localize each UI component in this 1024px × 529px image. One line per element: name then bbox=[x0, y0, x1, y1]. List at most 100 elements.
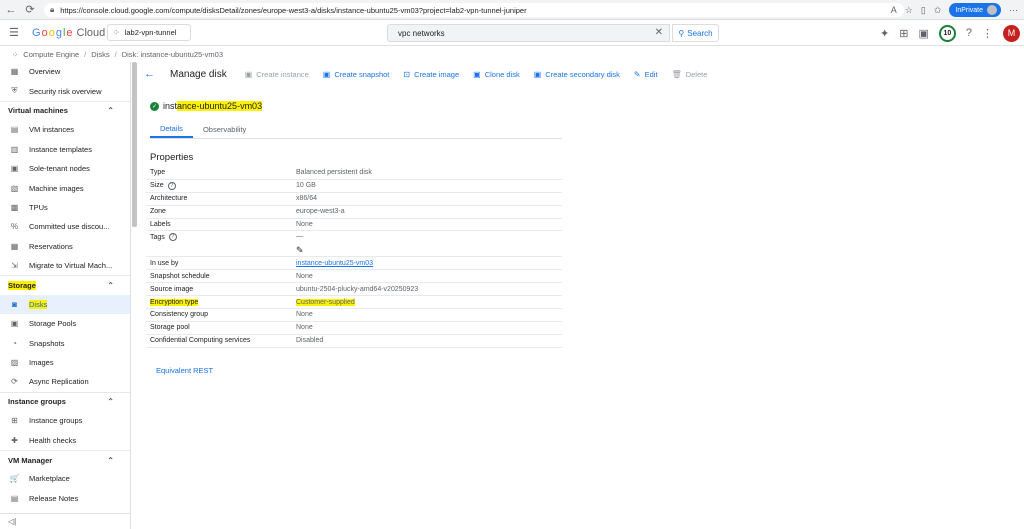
sidebar-section-storage[interactable]: Storage ⌃ bbox=[0, 275, 130, 294]
gift-icon[interactable]: ⊞ bbox=[899, 27, 908, 40]
menu-icon[interactable]: ☰ bbox=[9, 26, 23, 39]
property-key: Encryption type bbox=[146, 298, 296, 306]
sidebar-item-snapshots[interactable]: ◔ Snapshots bbox=[0, 333, 130, 352]
sidebar-scrollbar[interactable] bbox=[132, 62, 137, 227]
close-icon[interactable]: ✕ bbox=[655, 27, 663, 38]
sidebar-item-storage-pools[interactable]: ▣ Storage Pools bbox=[0, 314, 130, 333]
create-secondary-disk-button[interactable]: ▣ Create secondary disk bbox=[534, 70, 620, 79]
project-selector[interactable]: ⁘ lab2-vpn-tunnel bbox=[107, 24, 191, 41]
create-snapshot-icon: ▣ bbox=[322, 69, 331, 79]
help-icon[interactable]: ? bbox=[168, 233, 177, 242]
read-aloud-icon[interactable]: A bbox=[891, 5, 897, 15]
migrate-to-virtual-mach-icon: ⇲ bbox=[11, 261, 18, 271]
sidebar-section-title: VM Manager bbox=[8, 455, 53, 465]
chevron-up-icon[interactable]: ⌃ bbox=[107, 397, 114, 406]
search-input[interactable]: vpc networks ✕ bbox=[387, 24, 670, 42]
sidebar-item-overview[interactable]: ▦ Overview bbox=[0, 62, 130, 81]
inprivate-badge[interactable]: InPrivate bbox=[949, 3, 1001, 17]
chevron-up-icon[interactable]: ⌃ bbox=[107, 456, 114, 465]
vm-instances-icon: ▤ bbox=[10, 125, 19, 135]
avatar[interactable]: M bbox=[1003, 24, 1020, 42]
tab-observability[interactable]: Observability bbox=[193, 120, 256, 138]
sidebar-item-reservations[interactable]: ▦ Reservations bbox=[0, 237, 130, 256]
sidebar-item-async-replication[interactable]: ⟳ Async Replication bbox=[0, 372, 130, 391]
sidebar-item-sole-tenant-nodes[interactable]: ▣ Sole-tenant nodes bbox=[0, 159, 130, 178]
sidebar-section-vm-manager[interactable]: VM Manager ⌃ bbox=[0, 449, 130, 469]
property-value-text: 10 GB bbox=[296, 182, 316, 190]
property-value-text: Disabled bbox=[296, 337, 324, 345]
property-key-text: Snapshot schedule bbox=[150, 272, 210, 280]
chevron-up-icon[interactable]: ⌃ bbox=[107, 281, 114, 290]
sidebar-item-committed-use-discou[interactable]: % Committed use discou... bbox=[0, 217, 130, 236]
delete-button: 🗑 Delete bbox=[672, 70, 708, 79]
sidebar-item-machine-images[interactable]: ▧ Machine images bbox=[0, 178, 130, 197]
sidebar-item-marketplace[interactable]: 🛒 Marketplace bbox=[0, 469, 130, 488]
back-arrow-icon[interactable]: ← bbox=[144, 68, 164, 80]
resource-name-prefix: inst bbox=[163, 101, 178, 111]
breadcrumb-disks[interactable]: Disks bbox=[91, 50, 109, 59]
address-bar[interactable]: 🔒︎ https://console.cloud.google.com/comp… bbox=[44, 3, 904, 17]
sidebar-section-instance-groups[interactable]: Instance groups ⌃ bbox=[0, 391, 130, 411]
search-button[interactable]: ⚲ Search bbox=[672, 24, 719, 42]
sidebar-section-virtual-machines[interactable]: Virtual machines ⌃ bbox=[0, 100, 130, 120]
property-row: In use by instance-ubuntu25-vm03 bbox=[146, 257, 562, 271]
property-key-text: Architecture bbox=[150, 195, 188, 203]
more-vert-icon[interactable]: ⋮ bbox=[982, 27, 993, 40]
property-value-storage-pool: None bbox=[296, 324, 313, 331]
collapse-sidebar-icon[interactable]: ◁| bbox=[0, 513, 130, 529]
property-row: Confidential Computing services Disabled bbox=[146, 335, 562, 348]
sidebar-item-label: Release Notes bbox=[29, 493, 79, 503]
property-value-in-use-by[interactable]: instance-ubuntu25-vm03 bbox=[296, 260, 373, 267]
sidebar-item-migrate-to-virtual-mach[interactable]: ⇲ Migrate to Virtual Mach... bbox=[0, 256, 130, 275]
favorite-icon[interactable]: ☆ bbox=[905, 5, 913, 16]
property-row: Zone europe-west3-a bbox=[146, 206, 562, 219]
sidebar-item-label: TPUs bbox=[29, 202, 48, 212]
back-arrow-icon[interactable]: ← bbox=[3, 2, 19, 18]
sidebar-item-label: Sole-tenant nodes bbox=[29, 164, 90, 174]
sidebar-item-label: Images bbox=[29, 358, 54, 368]
equivalent-rest-link[interactable]: Equivalent REST bbox=[156, 366, 213, 375]
help-icon[interactable]: ? bbox=[966, 27, 972, 39]
sidebar-item-label: Migrate to Virtual Mach... bbox=[29, 261, 113, 271]
sidebar-item-label: Instance templates bbox=[29, 144, 92, 154]
gemini-icon[interactable]: ✦ bbox=[880, 27, 889, 40]
help-icon[interactable]: ? bbox=[167, 181, 176, 190]
property-key-text: Labels bbox=[150, 221, 171, 228]
sidebar-item-disks[interactable]: ◙ Disks bbox=[0, 294, 130, 315]
storage-pools-icon: ▣ bbox=[10, 319, 19, 329]
sidebar-item-security-risk-overview[interactable]: ⛨ Security risk overview bbox=[0, 81, 130, 100]
tabs-divider bbox=[150, 138, 562, 139]
sidebar-item-release-notes[interactable]: ▤ Release Notes bbox=[0, 489, 130, 508]
edit-button[interactable]: ✎ Edit bbox=[634, 70, 658, 79]
refresh-icon[interactable]: ⟳ bbox=[22, 2, 38, 18]
sidebar-item-images[interactable]: ▨ Images bbox=[0, 353, 130, 372]
create-image-button[interactable]: ⊡ Create image bbox=[403, 70, 459, 79]
button-label: Edit bbox=[644, 69, 658, 79]
property-value-text: Customer-supplied bbox=[296, 298, 355, 306]
chevron-up-icon[interactable]: ⌃ bbox=[107, 106, 114, 115]
terminal-icon[interactable]: ▣ bbox=[918, 27, 928, 40]
sidebar-item-health-checks[interactable]: ✚ Health checks bbox=[0, 430, 130, 449]
sidebar-item-instance-templates[interactable]: ▥ Instance templates bbox=[0, 140, 130, 159]
create-snapshot-button[interactable]: ▣ Create snapshot bbox=[323, 70, 390, 79]
browser-bar: ← ⟳ 🔒︎ https://console.cloud.google.com/… bbox=[0, 0, 1024, 20]
sidebar-item-instance-groups[interactable]: ⊞ Instance groups bbox=[0, 411, 130, 430]
split-screen-icon[interactable]: ▯ bbox=[921, 5, 926, 16]
google-cloud-logo[interactable]: Google Cloud bbox=[32, 27, 105, 39]
marketplace-icon: 🛒 bbox=[9, 474, 20, 484]
machine-images-icon: ▧ bbox=[10, 183, 19, 193]
more-icon[interactable]: ⋯ bbox=[1009, 5, 1018, 16]
property-key-text: Source image bbox=[150, 285, 194, 293]
sidebar-item-label: VM instances bbox=[29, 125, 75, 135]
edit-icon[interactable]: ✎ bbox=[296, 245, 304, 256]
create-secondary-disk-icon: ▣ bbox=[533, 69, 542, 79]
breadcrumb-compute-engine[interactable]: Compute Engine bbox=[23, 50, 79, 59]
sidebar-item-tpus[interactable]: ▩ TPUs bbox=[0, 198, 130, 217]
sidebar-item-vm-instances[interactable]: ▤ VM instances bbox=[0, 120, 130, 139]
favorites-bar-icon[interactable]: ✩ bbox=[934, 5, 942, 16]
search-icon: ⚲ bbox=[678, 28, 685, 38]
property-value-encryption-type: Customer-supplied bbox=[296, 298, 355, 306]
notifications-badge[interactable]: 10 bbox=[938, 24, 956, 42]
tab-details[interactable]: Details bbox=[150, 120, 193, 138]
clone-disk-button[interactable]: ▣ Clone disk bbox=[473, 70, 520, 79]
